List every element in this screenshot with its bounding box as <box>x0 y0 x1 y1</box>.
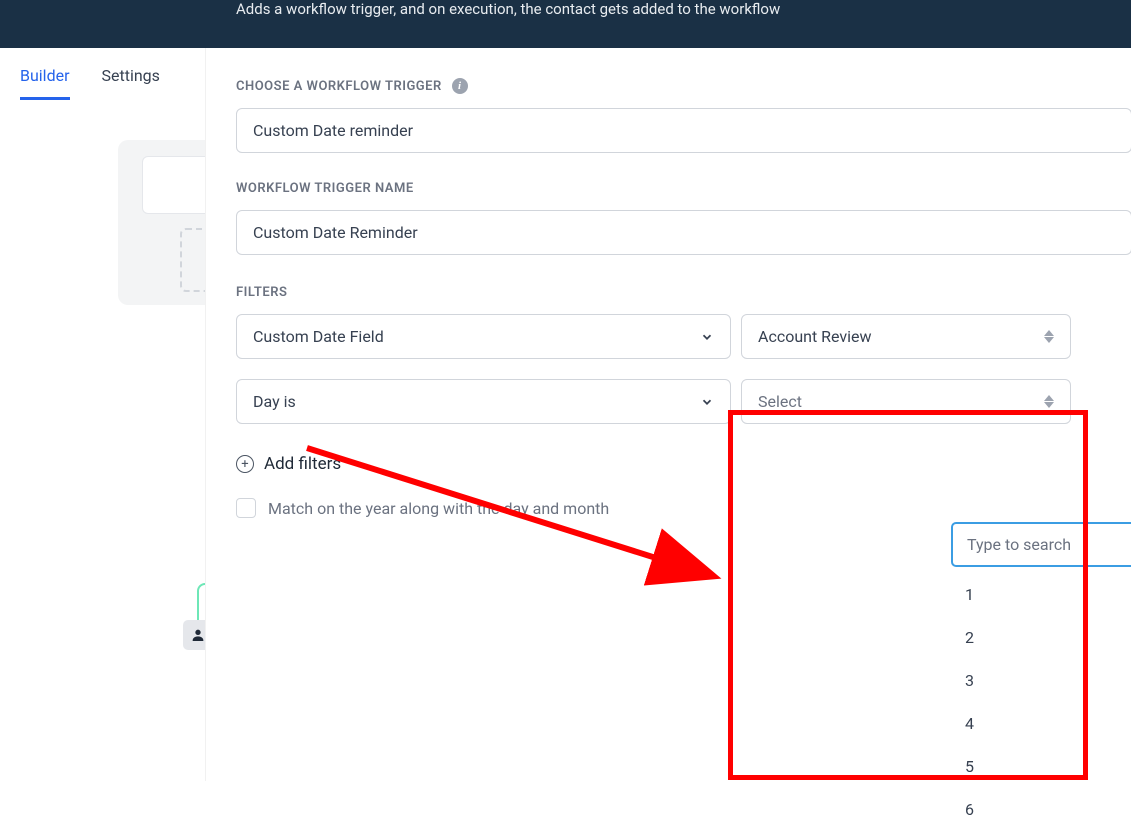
filter-day-select[interactable]: Select <box>741 379 1071 424</box>
label-trigger-name: WORKFLOW TRIGGER NAME <box>236 181 1131 196</box>
filter-field-select[interactable]: Custom Date Field <box>236 314 731 359</box>
add-filters-button[interactable]: + Add filters <box>236 454 1131 474</box>
trigger-select[interactable]: Custom Date reminder <box>236 108 1131 153</box>
header-description: Adds a workflow trigger, and on executio… <box>236 0 780 18</box>
dropdown-options[interactable]: 1 2 3 4 5 6 <box>951 573 1131 831</box>
filter-value-select[interactable]: Account Review <box>741 314 1071 359</box>
match-year-label: Match on the year along with the day and… <box>268 499 609 518</box>
sort-icon <box>1044 330 1054 343</box>
dropdown-option[interactable]: 5 <box>951 745 1131 788</box>
filter-row-2: Day is Select <box>236 379 1131 424</box>
match-year-row: Match on the year along with the day and… <box>236 498 1131 518</box>
chevron-down-icon <box>700 330 714 344</box>
dropdown-option[interactable]: 6 <box>951 788 1131 831</box>
trigger-select-value: Custom Date reminder <box>253 121 413 140</box>
tab-builder[interactable]: Builder <box>20 66 70 100</box>
chevron-down-icon <box>700 395 714 409</box>
label-filters: FILTERS <box>236 285 1131 300</box>
filter-row-1: Custom Date Field Account Review <box>236 314 1131 359</box>
dropdown-search-input[interactable] <box>951 522 1131 567</box>
dropdown-option[interactable]: 2 <box>951 616 1131 659</box>
trigger-name-input[interactable]: Custom Date Reminder <box>236 210 1131 255</box>
person-icon <box>190 627 206 643</box>
config-panel: CHOOSE A WORKFLOW TRIGGER i Custom Date … <box>205 48 1131 781</box>
tab-settings[interactable]: Settings <box>102 66 160 100</box>
trigger-name-value: Custom Date Reminder <box>253 223 418 242</box>
day-dropdown: 1 2 3 4 5 6 <box>951 522 1131 831</box>
match-year-checkbox[interactable] <box>236 498 256 518</box>
dropdown-option[interactable]: 3 <box>951 659 1131 702</box>
header-bar: Adds a workflow trigger, and on executio… <box>0 0 1131 48</box>
label-choose-trigger: CHOOSE A WORKFLOW TRIGGER i <box>236 78 1131 94</box>
dropdown-option[interactable]: 1 <box>951 573 1131 616</box>
filter-condition-select[interactable]: Day is <box>236 379 731 424</box>
plus-circle-icon: + <box>236 455 254 473</box>
dropdown-option[interactable]: 4 <box>951 702 1131 745</box>
info-icon[interactable]: i <box>452 78 468 94</box>
tabs: Builder Settings <box>0 48 205 100</box>
sort-icon <box>1044 395 1054 408</box>
